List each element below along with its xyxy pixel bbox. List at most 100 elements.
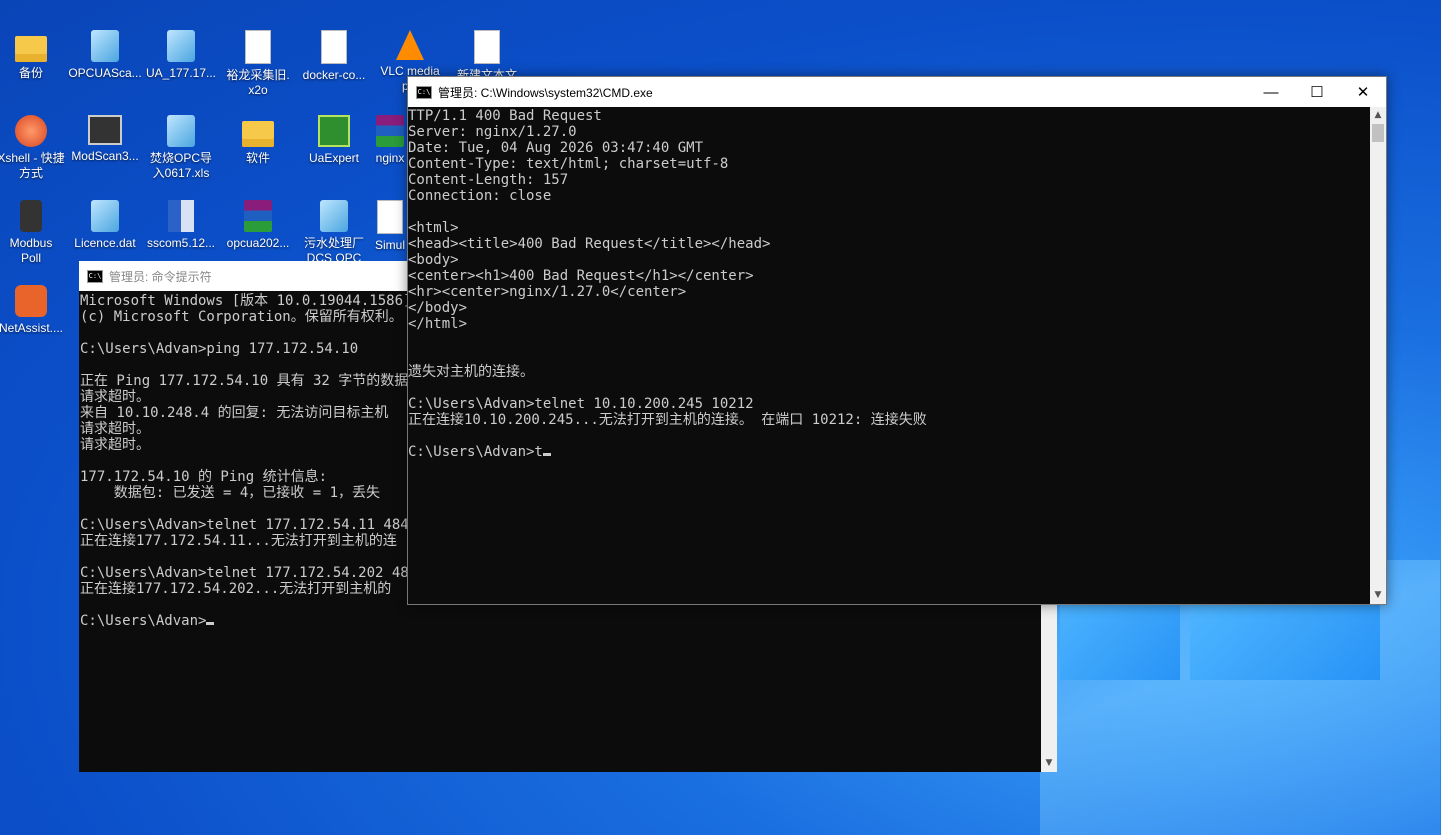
close-button[interactable]: ✕ (1340, 77, 1386, 107)
icon-label: OPCUASca... (68, 66, 142, 80)
icon-label: ModScan3... (71, 149, 139, 163)
terminal-line: </body> (408, 300, 468, 316)
terminal-line: 正在连接177.172.54.11...无法打开到主机的连 (80, 533, 397, 549)
terminal-line: C:\Users\Advan>ping 177.172.54.10 (80, 341, 359, 357)
icon-label-line2: 方式 (18, 166, 43, 180)
app-icon (91, 30, 119, 62)
front-scrollbar[interactable]: ▲ ▼ (1370, 107, 1386, 604)
icon-label: Xshell - 快捷 (0, 151, 65, 165)
folder-icon (242, 121, 274, 147)
cmd-icon: C:\ (416, 85, 432, 99)
desktop-icon-simul[interactable]: Simul (373, 200, 407, 253)
terminal-line: C:\Users\Advan>telnet 10.10.200.245 1021… (408, 396, 754, 412)
icon-label: sscom5.12... (146, 236, 216, 250)
terminal-line: TTP/1.1 400 Bad Request (408, 108, 602, 124)
terminal-line: 遗失对主机的连接。 (408, 364, 534, 380)
scroll-up-arrow-icon[interactable]: ▲ (1370, 107, 1386, 124)
terminal-line: C:\Users\Advan>telnet 177.172.54.11 4840… (80, 517, 426, 533)
terminal-line: <center><h1>400 Bad Request</h1></center… (408, 268, 754, 284)
terminal-line: <hr><center>nginx/1.27.0</center> (408, 284, 687, 300)
icon-label: 裕龙采集旧. (226, 68, 290, 82)
doc-icon (377, 200, 403, 234)
front-terminal-output[interactable]: TTP/1.1 400 Bad Request Server: nginx/1.… (408, 107, 1368, 598)
rar-icon (244, 200, 272, 232)
terminal-line: 请求超时。 (80, 421, 150, 437)
desktop-icon-docker[interactable]: docker-co... (297, 30, 371, 83)
front-window-title: 管理员: C:\Windows\system32\CMD.exe (438, 85, 653, 100)
terminal-line: 数据包: 已发送 = 4，已接收 = 1，丢失 (80, 485, 381, 501)
minimize-button[interactable]: — (1248, 77, 1294, 107)
icon-label: Simul (374, 238, 405, 252)
desktop-icon-opcua-rar[interactable]: opcua202... (221, 200, 295, 251)
desktop-icon-uaexpert[interactable]: UaExpert (297, 115, 371, 166)
desktop-icon-ua-file[interactable]: UA_177.17... (144, 30, 218, 81)
scroll-thumb[interactable] (1372, 124, 1384, 142)
cmd-icon: C:\ (87, 269, 103, 283)
text-cursor (206, 622, 215, 625)
xshell-icon (15, 115, 47, 147)
desktop-icon-licence[interactable]: Licence.dat (68, 200, 142, 251)
terminal-line: C:\Users\Advan> (80, 613, 207, 629)
desktop-icon-yulong[interactable]: 裕龙采集旧. x2o (221, 30, 295, 98)
icon-label: NetAssist.... (0, 321, 63, 335)
terminal-line: 来自 10.10.248.4 的回复: 无法访问目标主机 (80, 405, 389, 421)
scroll-down-arrow-icon[interactable]: ▼ (1041, 755, 1057, 772)
building-icon (168, 200, 194, 232)
desktop-icon-software[interactable]: 软件 (221, 115, 295, 166)
file-icon (91, 200, 119, 232)
terminal-line: C:\Users\Advan>t (408, 444, 543, 460)
desktop-icon-modbus-poll[interactable]: Modbus Poll (0, 200, 68, 266)
terminal-line: 正在 Ping 177.172.54.10 具有 32 字节的数据 (80, 373, 409, 389)
maximize-button[interactable]: ☐ (1294, 77, 1340, 107)
terminal-line: <head><title>400 Bad Request</title></he… (408, 236, 771, 252)
desktop-icon-xshell[interactable]: Xshell - 快捷 方式 (0, 115, 68, 181)
terminal-line: 正在连接10.10.200.245...无法打开到主机的连接。 在端口 1021… (408, 412, 927, 428)
file-icon (321, 30, 347, 64)
front-window-titlebar[interactable]: C:\ 管理员: C:\Windows\system32\CMD.exe — ☐… (408, 77, 1386, 107)
desktop-icon-opcuascan[interactable]: OPCUASca... (68, 30, 142, 81)
text-file-icon (474, 30, 500, 64)
folder-icon (15, 36, 47, 62)
terminal-line: Content-Length: 157 (408, 172, 569, 188)
icon-label: UA_177.17... (145, 66, 217, 80)
text-cursor (542, 453, 551, 456)
desktop-icon-backup[interactable]: 备份 (0, 30, 68, 81)
vlc-icon (396, 30, 424, 60)
terminal-line: 请求超时。 (80, 437, 150, 453)
icon-label: 焚烧OPC导 (149, 151, 212, 165)
icon-label-line2: 入0617.xls (152, 166, 210, 180)
desktop-icon-sscom[interactable]: sscom5.12... (144, 200, 218, 251)
icon-label: 软件 (245, 151, 270, 165)
terminal-line: Date: Tue, 04 Aug 2026 03:47:40 GMT (408, 140, 704, 156)
front-cmd-window[interactable]: C:\ 管理员: C:\Windows\system32\CMD.exe — ☐… (407, 76, 1387, 605)
terminal-line: 177.172.54.10 的 Ping 统计信息: (80, 469, 328, 485)
terminal-line: <body> (408, 252, 459, 268)
desktop-icon-nginx[interactable]: nginx (373, 115, 407, 166)
terminal-line: </html> (408, 316, 468, 332)
icon-label: docker-co... (302, 68, 366, 82)
wallpaper-pane (1060, 600, 1180, 680)
uaexpert-icon (318, 115, 350, 147)
icon-label: UaExpert (308, 151, 360, 165)
terminal-line: Microsoft Windows [版本 10.0.19044.1586] (80, 293, 412, 309)
doc-icon (245, 30, 271, 64)
wallpaper-pane (1190, 600, 1380, 680)
desktop-icon-modscan[interactable]: ModScan3... (68, 115, 142, 164)
icon-label: Licence.dat (74, 236, 136, 250)
icon-label: nginx (375, 151, 405, 165)
desktop-icon-opc-xls[interactable]: 焚烧OPC导 入0617.xls (144, 115, 218, 181)
modscan-icon (88, 115, 122, 145)
scroll-down-arrow-icon[interactable]: ▼ (1370, 587, 1386, 604)
icon-label: opcua202... (226, 236, 290, 250)
back-window-title: 管理员: 命令提示符 (109, 269, 212, 284)
file-icon (167, 115, 195, 147)
desktop-icon-netassist[interactable]: NetAssist.... (0, 285, 68, 336)
icon-label: 污水处理厂 (303, 236, 364, 250)
desktop-icon-sewage[interactable]: 污水处理厂 DCS OPC (297, 200, 371, 266)
terminal-line: Content-Type: text/html; charset=utf-8 (408, 156, 729, 172)
terminal-line: C:\Users\Advan>telnet 177.172.54.202 484… (80, 565, 426, 581)
terminal-line: 请求超时。 (80, 389, 150, 405)
netassist-icon (15, 285, 47, 317)
icon-label: Modbus (9, 236, 53, 250)
rar-icon (376, 115, 404, 147)
